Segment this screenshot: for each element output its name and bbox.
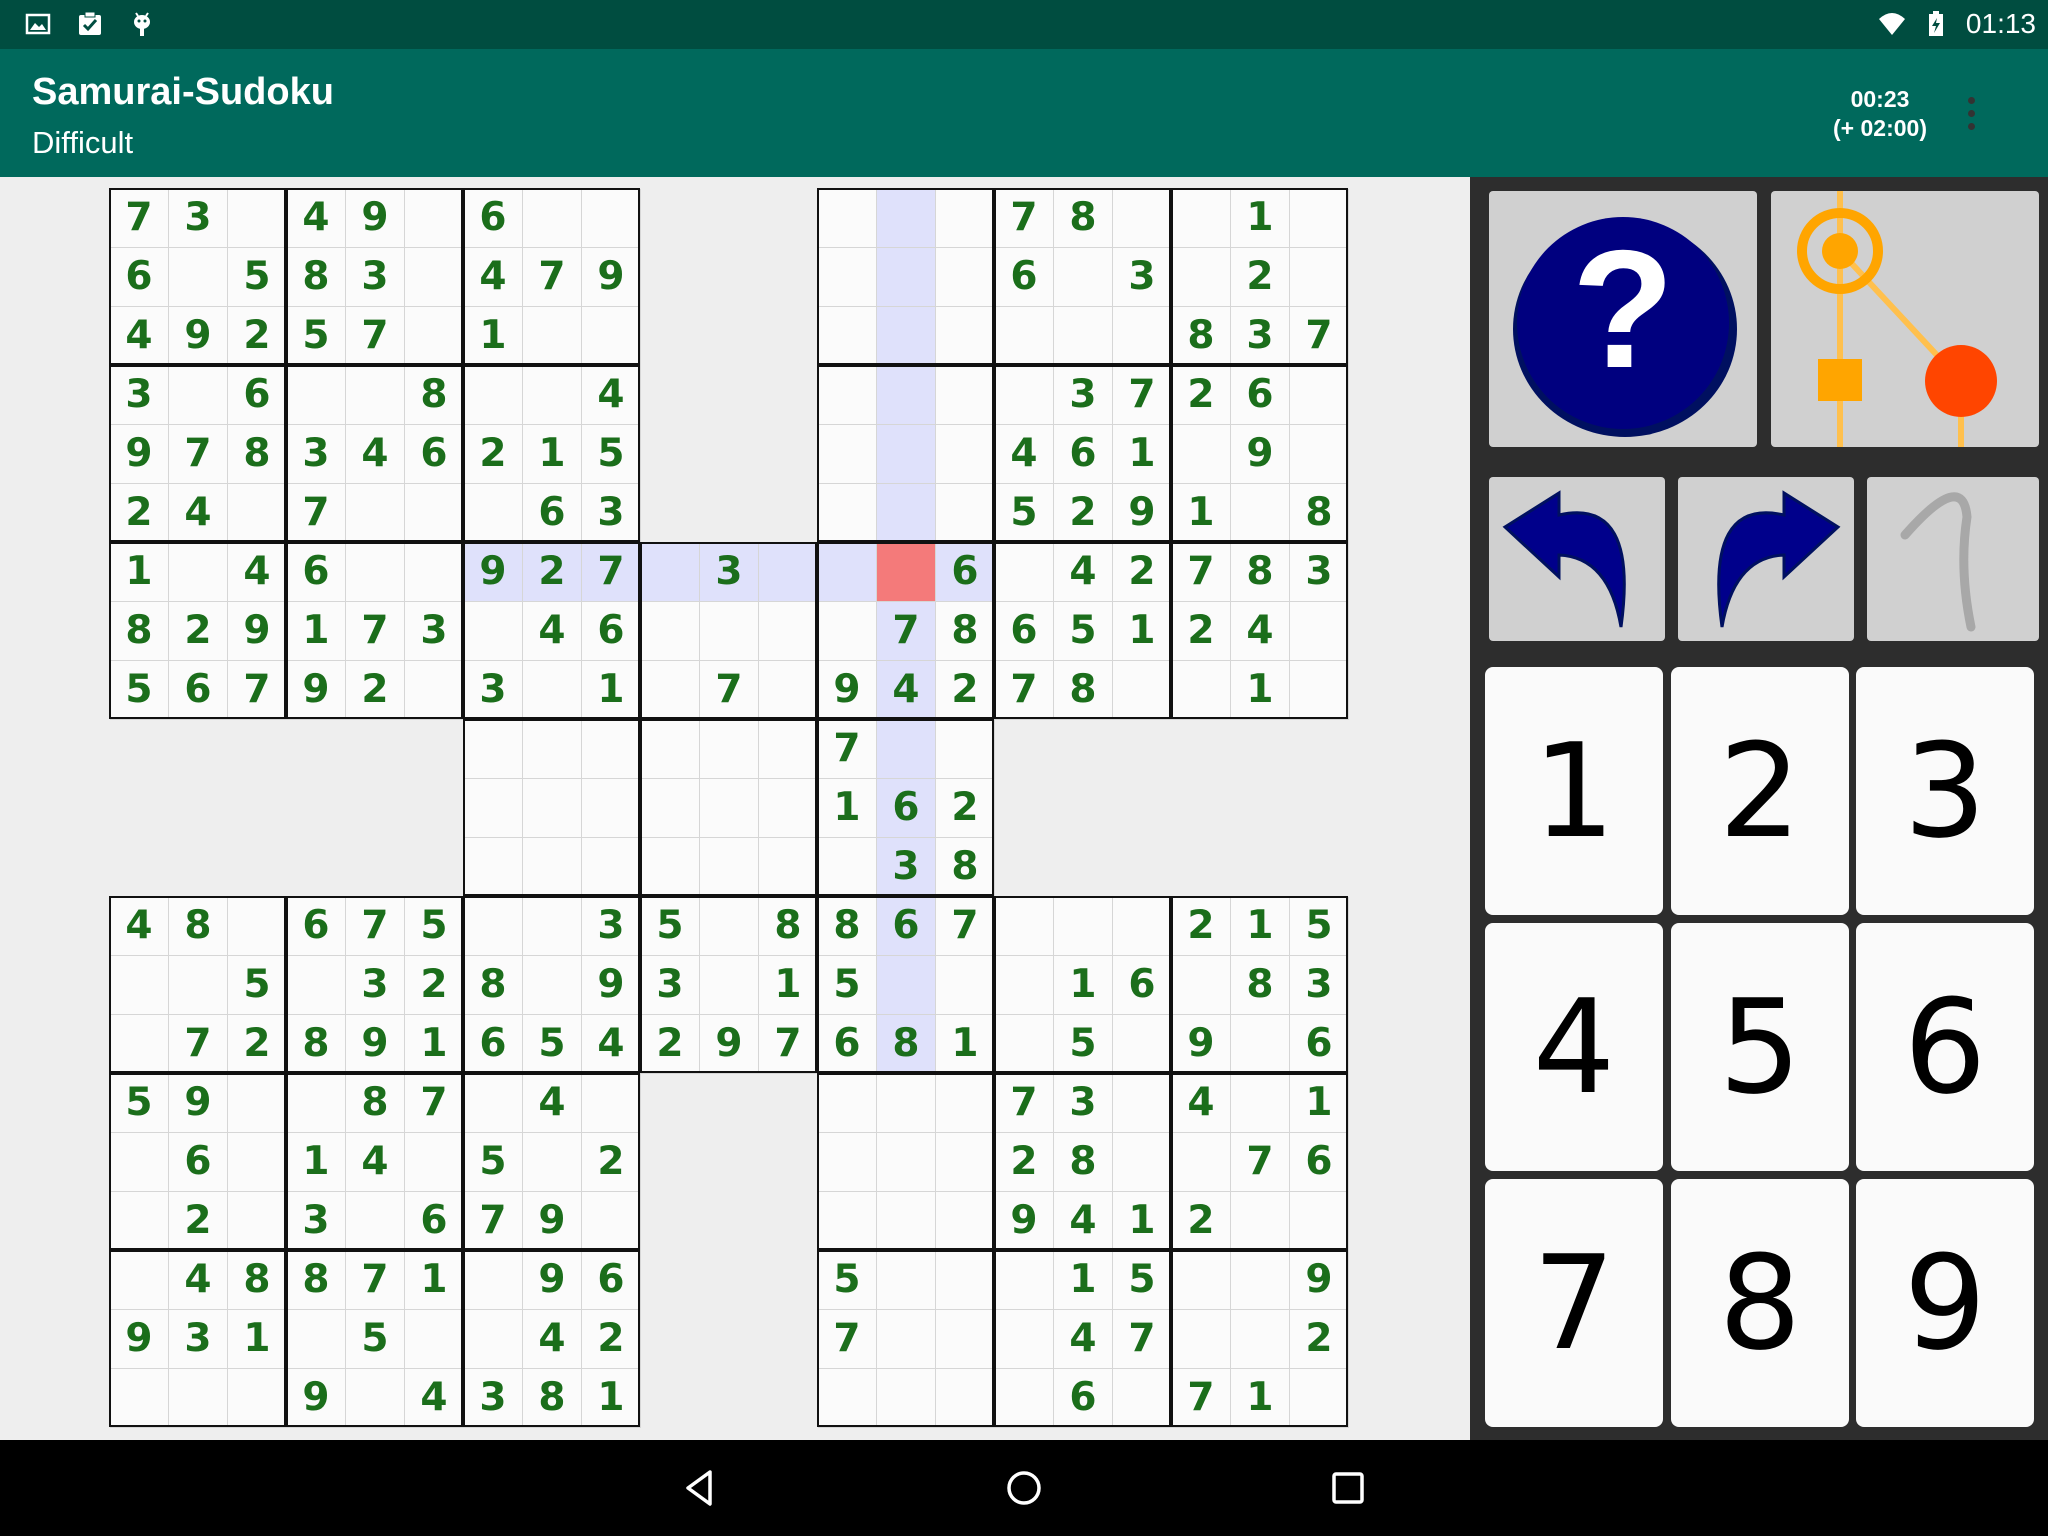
sudoku-box (109, 188, 286, 365)
sudoku-box (994, 542, 1171, 719)
help-button[interactable]: ? (1489, 191, 1757, 447)
sudoku-box (994, 1073, 1171, 1250)
sudoku-box (817, 188, 994, 365)
sudoku-box (286, 365, 463, 542)
sudoku-box (817, 1073, 994, 1250)
sudoku-box (286, 1250, 463, 1427)
sudoku-box (994, 188, 1171, 365)
samurai-board: 7349678165834796324925718373684372697834… (0, 177, 1470, 1440)
pencil-mode-button[interactable] (1867, 477, 2039, 641)
recents-icon[interactable] (1328, 1468, 1368, 1508)
sudoku-box (640, 542, 817, 719)
sudoku-box (109, 1250, 286, 1427)
number-5-button[interactable]: 5 (1671, 923, 1849, 1171)
sudoku-box (286, 188, 463, 365)
sudoku-box (109, 896, 286, 1073)
sudoku-box (463, 365, 640, 542)
number-2-button[interactable]: 2 (1671, 667, 1849, 915)
sudoku-box (640, 719, 817, 896)
timer-penalty: (+ 02:00) (1833, 115, 1927, 141)
number-4-button[interactable]: 4 (1485, 923, 1663, 1171)
overflow-menu-icon[interactable] (1956, 93, 1986, 137)
redo-button[interactable] (1678, 477, 1854, 641)
number-8-button[interactable]: 8 (1671, 1179, 1849, 1427)
sudoku-box (463, 719, 640, 896)
sudoku-box (1171, 1250, 1348, 1427)
sudoku-box (109, 1073, 286, 1250)
sudoku-box (640, 896, 817, 1073)
sudoku-box (994, 365, 1171, 542)
difficulty-label: Difficult (32, 125, 134, 160)
sudoku-box (463, 1073, 640, 1250)
clipboard-check-icon (79, 11, 101, 35)
sudoku-box (109, 365, 286, 542)
sudoku-box (1171, 896, 1348, 1073)
home-icon[interactable] (1004, 1468, 1044, 1508)
number-6-button[interactable]: 6 (1856, 923, 2034, 1171)
battery-charging-icon (1929, 11, 1943, 36)
redo-arrow-icon (1717, 490, 1841, 628)
number-1-button[interactable]: 1 (1485, 667, 1663, 915)
sudoku-box (109, 542, 286, 719)
sudoku-box (1171, 1073, 1348, 1250)
status-time: 01:13 (1965, 8, 2036, 39)
sudoku-box (817, 719, 994, 896)
question-mark-icon: ? (1513, 215, 1737, 437)
sudoku-box (286, 542, 463, 719)
number-7-button[interactable]: 7 (1485, 1179, 1663, 1427)
sudoku-box (994, 896, 1171, 1073)
control-panel: ? 123456789 (1470, 177, 2048, 1440)
pencil-one-icon (1900, 492, 1976, 632)
number-3-button[interactable]: 3 (1856, 667, 2034, 915)
sudoku-box (463, 1250, 640, 1427)
undo-button[interactable] (1489, 477, 1665, 641)
back-icon[interactable] (680, 1468, 720, 1508)
hint-path-icon (1797, 191, 1997, 447)
sudoku-box (1171, 188, 1348, 365)
sudoku-box (994, 1250, 1171, 1427)
gallery-icon (25, 13, 51, 35)
sudoku-box (286, 1073, 463, 1250)
sudoku-box (463, 542, 640, 719)
sudoku-box (286, 896, 463, 1073)
navigation-bar (0, 1440, 2048, 1536)
android-debug-icon (134, 12, 150, 36)
hint-button[interactable] (1771, 191, 2039, 447)
sudoku-box (463, 188, 640, 365)
wifi-icon (1879, 13, 1905, 35)
sudoku-box (1171, 542, 1348, 719)
undo-arrow-icon (1502, 490, 1626, 628)
sudoku-box (817, 896, 994, 1073)
toolbar: Samurai-Sudoku Difficult 00:23 (+ 02:00) (0, 49, 2048, 177)
sudoku-box (1171, 365, 1348, 542)
number-9-button[interactable]: 9 (1856, 1179, 2034, 1427)
app-title: Samurai-Sudoku (32, 71, 334, 113)
sudoku-box (817, 1250, 994, 1427)
status-bar: 01:13 (0, 0, 2048, 49)
timer: 00:23 (+ 02:00) (1790, 85, 1970, 143)
timer-elapsed: 00:23 (1850, 86, 1910, 112)
sudoku-box (463, 896, 640, 1073)
svg-text:?: ? (1572, 215, 1675, 403)
sudoku-box (817, 365, 994, 542)
sudoku-box (817, 542, 994, 719)
